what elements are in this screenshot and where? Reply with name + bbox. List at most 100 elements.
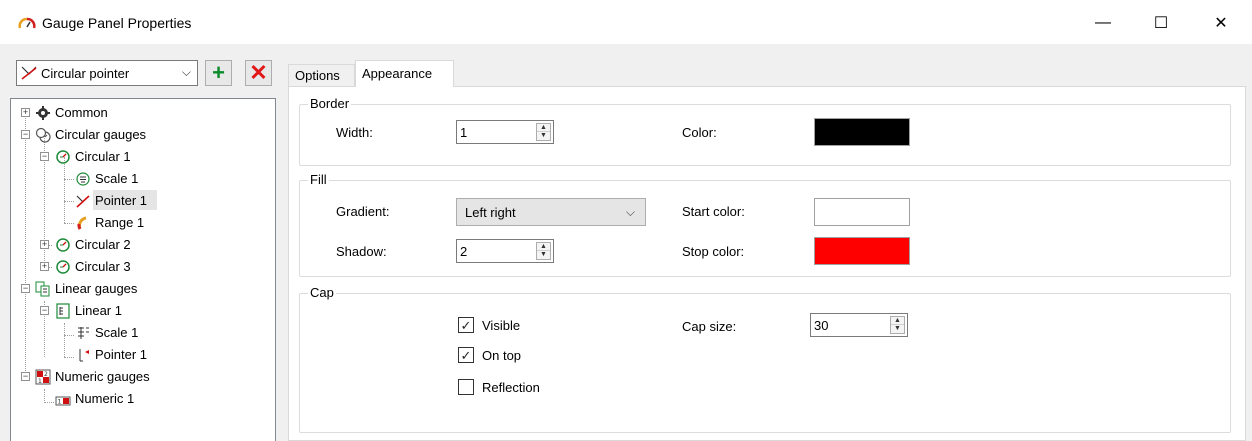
- tree-item-circular-1[interactable]: Circular 1: [75, 149, 131, 164]
- scale-icon: [76, 172, 90, 186]
- minimize-button[interactable]: —: [1080, 8, 1126, 38]
- cap-group: Cap ✓ Visible ✓ On top Reflection Cap si…: [299, 285, 1231, 433]
- tab-options[interactable]: Options: [288, 64, 355, 86]
- window-title: Gauge Panel Properties: [42, 15, 192, 31]
- spin-up-icon[interactable]: ▲: [891, 317, 904, 325]
- collapse-numeric-gauges[interactable]: −: [21, 372, 30, 381]
- border-color-swatch[interactable]: [814, 118, 910, 146]
- appearance-page: Border Width: 1 ▲ ▼ Color: Fill Gradient…: [288, 86, 1246, 441]
- fill-group: Fill Gradient: Left right ⌵ Start color:…: [299, 172, 1231, 277]
- border-width-value: 1: [460, 125, 468, 140]
- checkmark-icon: ✓: [458, 347, 474, 363]
- spin-up-icon[interactable]: ▲: [537, 124, 550, 132]
- chevron-down-icon: ⌵: [625, 205, 635, 219]
- numeric-gauges-icon: 1 2: [35, 369, 51, 385]
- close-icon: ✕: [1214, 15, 1228, 32]
- object-type-combo[interactable]: Circular pointer ⌵: [16, 60, 198, 86]
- pointer-icon: [76, 195, 90, 208]
- visible-checkbox[interactable]: ✓ Visible: [458, 315, 520, 335]
- tree-item-range-1[interactable]: Range 1: [95, 215, 144, 230]
- circular-gauge-icon: [56, 150, 70, 164]
- visible-label: Visible: [482, 317, 521, 333]
- tree-item-linear-gauges[interactable]: Linear gauges: [55, 281, 137, 296]
- border-group: Border Width: 1 ▲ ▼ Color:: [299, 96, 1231, 166]
- right-pane: Options Appearance Border Width: 1 ▲ ▼ C…: [284, 44, 1252, 441]
- linear-scale-icon: [78, 327, 89, 339]
- gauge-tree[interactable]: + Common − Circular gauges − Circular 1: [10, 98, 276, 441]
- on-top-checkbox[interactable]: ✓ On top: [458, 345, 521, 365]
- spin-up-icon[interactable]: ▲: [537, 243, 550, 251]
- maximize-button[interactable]: ☐: [1138, 8, 1184, 38]
- tree-item-common[interactable]: Common: [55, 105, 108, 120]
- tree-item-circular-2[interactable]: Circular 2: [75, 237, 131, 252]
- minimize-icon: —: [1095, 14, 1111, 31]
- tree-item-numeric-1[interactable]: Numeric 1: [75, 391, 134, 406]
- cap-size-label: Cap size:: [682, 319, 737, 334]
- gear-icon: [36, 106, 50, 120]
- gauge-app-icon: [18, 17, 36, 29]
- collapse-circular-gauges[interactable]: −: [21, 130, 30, 139]
- collapse-circular-1[interactable]: −: [40, 152, 49, 161]
- circular-pointer-icon: [21, 66, 37, 80]
- stop-color-swatch[interactable]: [814, 237, 910, 265]
- expand-common[interactable]: +: [21, 108, 30, 117]
- gradient-combo[interactable]: Left right ⌵: [456, 198, 646, 226]
- border-group-title: Border: [308, 96, 352, 111]
- add-button[interactable]: +: [205, 60, 232, 86]
- tree-item-linear-scale-1[interactable]: Scale 1: [95, 325, 138, 340]
- on-top-label: On top: [482, 347, 522, 363]
- stop-color-label: Stop color:: [682, 244, 745, 259]
- start-color-label: Start color:: [682, 204, 745, 219]
- circular-gauges-icon: [35, 127, 51, 143]
- gradient-value: Left right: [465, 205, 516, 220]
- collapse-linear-gauges[interactable]: −: [21, 284, 30, 293]
- reflection-label: Reflection: [482, 379, 540, 395]
- spin-down-icon[interactable]: ▼: [537, 132, 550, 140]
- svg-text:2: 2: [44, 371, 48, 378]
- numeric-gauge-icon: 1: [55, 396, 71, 406]
- border-width-label: Width:: [336, 125, 373, 140]
- plus-icon: +: [212, 60, 225, 85]
- object-type-value: Circular pointer: [41, 66, 130, 81]
- tab-appearance[interactable]: Appearance: [355, 60, 454, 87]
- circular-gauge-icon: [56, 260, 70, 274]
- linear-gauges-icon: [35, 281, 50, 297]
- collapse-linear-1[interactable]: −: [40, 306, 49, 315]
- tree-item-linear-pointer-1[interactable]: Pointer 1: [95, 347, 147, 362]
- tree-item-scale-1[interactable]: Scale 1: [95, 171, 138, 186]
- tree-item-numeric-gauges[interactable]: Numeric gauges: [55, 369, 150, 384]
- cap-group-title: Cap: [308, 285, 336, 300]
- checkmark-icon: ✓: [458, 317, 474, 333]
- cap-size-spinner[interactable]: 30 ▲ ▼: [810, 313, 908, 337]
- tree-item-pointer-1[interactable]: Pointer 1: [95, 193, 147, 208]
- spin-down-icon[interactable]: ▼: [891, 325, 904, 333]
- tree-item-linear-1[interactable]: Linear 1: [75, 303, 122, 318]
- spin-down-icon[interactable]: ▼: [537, 251, 550, 259]
- linear-pointer-icon: [79, 349, 89, 362]
- tree-item-circular-3[interactable]: Circular 3: [75, 259, 131, 274]
- cap-size-value: 30: [814, 318, 829, 333]
- gradient-label: Gradient:: [336, 204, 390, 219]
- svg-text:1: 1: [38, 378, 42, 385]
- close-button[interactable]: ✕: [1198, 8, 1244, 38]
- shadow-value: 2: [460, 244, 468, 259]
- border-color-label: Color:: [682, 125, 717, 140]
- svg-text:1: 1: [58, 399, 62, 406]
- delete-icon: ✕: [249, 60, 268, 85]
- maximize-icon: ☐: [1153, 15, 1169, 32]
- range-icon: [77, 216, 87, 230]
- tree-item-circular-gauges[interactable]: Circular gauges: [55, 127, 146, 142]
- unchecked-box: [458, 379, 474, 395]
- title-bar: Gauge Panel Properties — ☐ ✕: [0, 0, 1252, 44]
- expand-circular-2[interactable]: +: [40, 240, 49, 249]
- reflection-checkbox[interactable]: Reflection: [458, 377, 540, 397]
- linear-gauge-icon: [56, 303, 70, 319]
- expand-circular-3[interactable]: +: [40, 262, 49, 271]
- shadow-label: Shadow:: [336, 244, 387, 259]
- shadow-spinner[interactable]: 2 ▲ ▼: [456, 239, 554, 263]
- fill-group-title: Fill: [308, 172, 329, 187]
- start-color-swatch[interactable]: [814, 198, 910, 226]
- circular-gauge-icon: [56, 238, 70, 252]
- border-width-spinner[interactable]: 1 ▲ ▼: [456, 120, 554, 144]
- delete-button[interactable]: ✕: [245, 60, 272, 86]
